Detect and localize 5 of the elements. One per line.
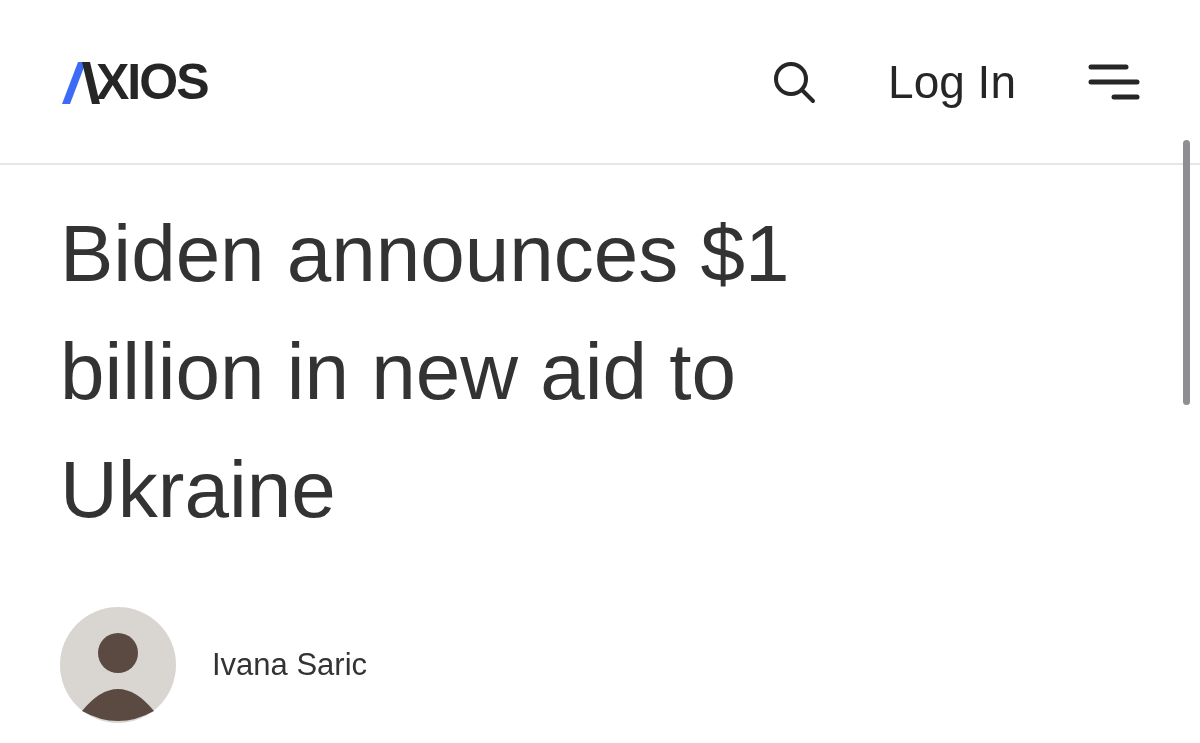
search-icon[interactable] bbox=[772, 59, 817, 104]
headline: Biden announces $1 billion in new aid to Ukraine bbox=[60, 208, 791, 536]
scrollbar[interactable] bbox=[1183, 140, 1190, 405]
author-name[interactable]: Ivana Saric bbox=[212, 641, 368, 689]
logo-text: XIOS bbox=[96, 56, 208, 107]
